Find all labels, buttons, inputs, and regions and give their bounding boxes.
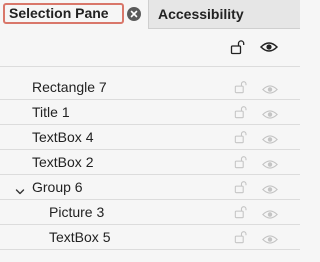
chevron-down-icon[interactable]	[15, 183, 25, 201]
tab-selection-pane-label: Selection Pane	[3, 3, 124, 24]
item-name: TextBox 5	[49, 229, 111, 245]
eye-icon[interactable]	[262, 232, 278, 250]
unlock-icon[interactable]	[234, 180, 248, 199]
unlock-icon[interactable]	[234, 205, 248, 224]
eye-icon[interactable]	[262, 207, 278, 225]
eye-icon[interactable]	[262, 157, 278, 175]
eye-icon[interactable]	[259, 40, 279, 58]
tab-accessibility[interactable]: Accessibility	[150, 0, 300, 29]
selection-list: Rectangle 7 Title 1 TextBox 4 TextBox 2 Grou…	[0, 75, 300, 250]
group-row[interactable]: Group 6	[0, 175, 300, 200]
list-item[interactable]: TextBox 4	[0, 125, 300, 150]
unlock-icon[interactable]	[230, 39, 246, 60]
pane-header	[0, 29, 300, 67]
list-item[interactable]: TextBox 5	[0, 225, 300, 250]
unlock-icon[interactable]	[234, 155, 248, 174]
list-item[interactable]: Rectangle 7	[0, 75, 300, 100]
item-name: Rectangle 7	[32, 79, 107, 95]
item-name: TextBox 2	[32, 154, 94, 170]
close-icon[interactable]	[127, 7, 141, 21]
item-name: TextBox 4	[32, 129, 94, 145]
pane-tab-bar: Selection Pane Accessibility	[0, 0, 300, 29]
tab-selection-pane[interactable]: Selection Pane	[0, 0, 149, 29]
unlock-icon[interactable]	[234, 80, 248, 99]
list-item[interactable]: Title 1	[0, 100, 300, 125]
eye-icon[interactable]	[262, 82, 278, 100]
eye-icon[interactable]	[262, 182, 278, 200]
list-item[interactable]: Picture 3	[0, 200, 300, 225]
unlock-icon[interactable]	[234, 230, 248, 249]
eye-icon[interactable]	[262, 132, 278, 150]
list-item[interactable]: TextBox 2	[0, 150, 300, 175]
eye-icon[interactable]	[262, 107, 278, 125]
item-name: Title 1	[32, 104, 70, 120]
item-name: Group 6	[32, 179, 83, 195]
unlock-icon[interactable]	[234, 130, 248, 149]
tab-accessibility-label: Accessibility	[158, 6, 244, 22]
item-name: Picture 3	[49, 204, 105, 220]
unlock-icon[interactable]	[234, 105, 248, 124]
